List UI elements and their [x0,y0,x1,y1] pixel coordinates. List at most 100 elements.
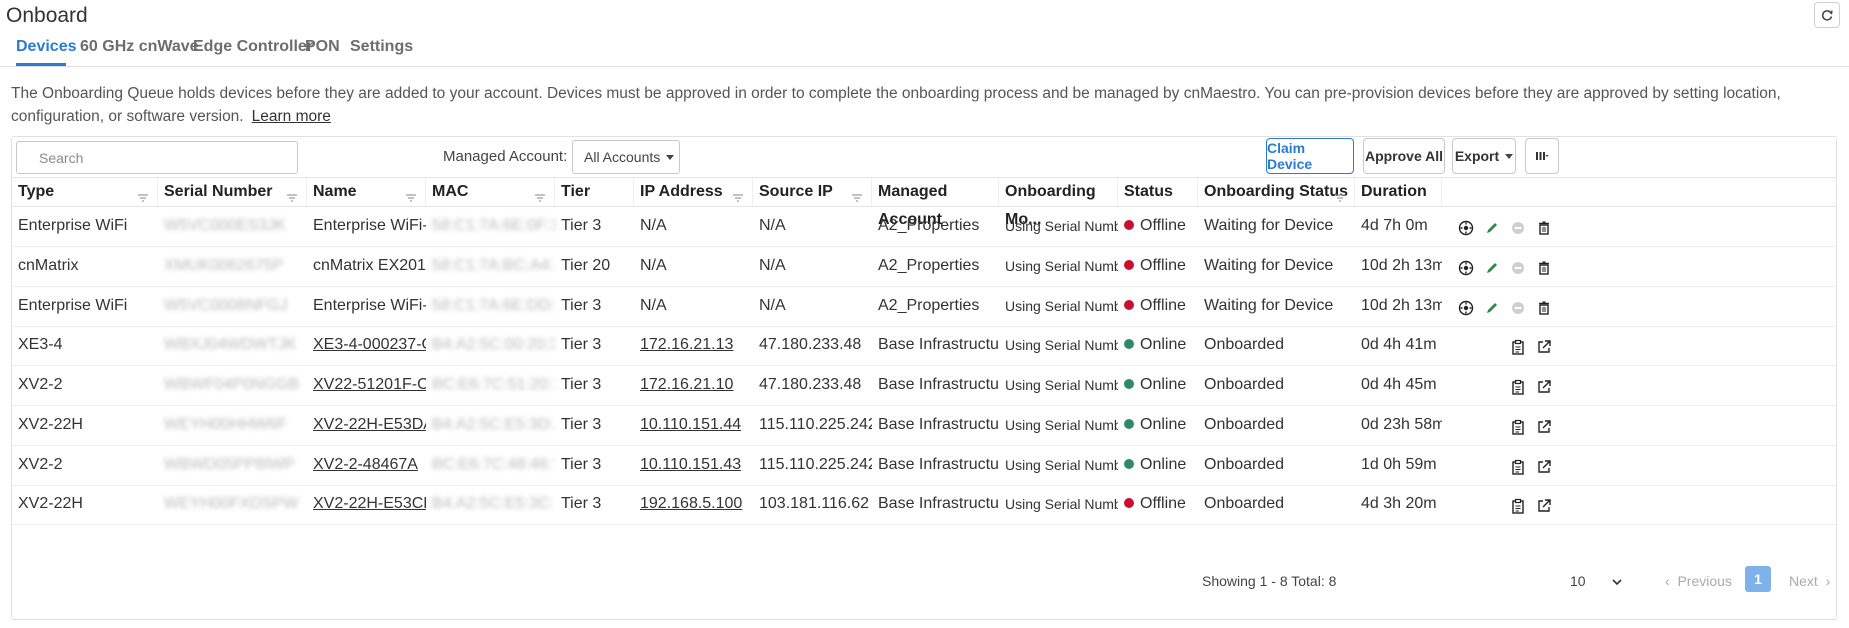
export-button[interactable]: Export [1452,138,1516,174]
column-header-type[interactable]: Type [12,178,158,206]
column-header-duration[interactable]: Duration [1355,178,1442,206]
cell-text: 0d 4h 45m [1361,376,1437,393]
filter-icon[interactable] [137,193,149,203]
search-input[interactable] [16,141,298,174]
cell-text[interactable]: 172.16.21.13 [640,336,733,353]
clipboard-icon[interactable] [1508,377,1528,397]
cell-text: Offline [1140,257,1186,274]
cell-text[interactable]: XV2-22H-E53CBB [313,495,426,512]
cell-ip-address[interactable]: 172.16.21.10 [634,365,753,405]
cell-name[interactable]: XE3-4-000237-O... [307,325,426,365]
cell-text[interactable]: XV2-2-48467A [313,456,418,473]
column-header-status[interactable]: Status [1118,178,1198,206]
open-external-icon[interactable] [1534,417,1554,437]
edit-icon[interactable] [1482,298,1502,318]
column-header-serial-number[interactable]: Serial Number [158,178,307,206]
delete-icon[interactable] [1534,218,1554,238]
edit-icon[interactable] [1482,218,1502,238]
settings-icon[interactable] [1456,218,1476,238]
column-header-mac[interactable]: MAC [426,178,555,206]
column-header-name[interactable]: Name [307,178,426,206]
open-external-icon[interactable] [1534,496,1554,516]
learn-more-link[interactable]: Learn more [252,108,331,125]
settings-icon[interactable] [1456,258,1476,278]
cell-ip-address[interactable]: 172.16.21.13 [634,325,753,365]
cell-ip-address[interactable]: 192.168.5.100 [634,484,753,524]
cell-text: Base Infrastructure [878,456,999,473]
filter-icon[interactable] [534,193,546,203]
tab-pon[interactable]: PON [305,38,340,66]
page-size-select[interactable]: 10 [1570,573,1623,589]
tab-edge-controller[interactable]: Edge Controller [193,38,313,66]
cell-name[interactable]: XV2-2-48467A [307,445,426,485]
open-external-icon[interactable] [1534,457,1554,477]
open-external-icon[interactable] [1534,377,1554,397]
pagination-summary: Showing 1 - 8 Total: 8 [1202,573,1337,589]
cell-text[interactable]: 10.110.151.44 [640,416,741,433]
cell-text: Online [1140,416,1187,433]
delete-icon[interactable] [1534,258,1554,278]
clipboard-icon[interactable] [1508,417,1528,437]
cell-ip-address[interactable]: 10.110.151.44 [634,405,753,445]
table-row[interactable]: Enterprise WiFi W5VC000ES3JK Enterprise Wi… [12,206,1836,247]
cell-name[interactable]: XV2-22H-E53DA6 [307,405,426,445]
table-header: Type Serial Number Name MAC Tier IP Address So… [12,177,1836,228]
cell-text: 4d 7h 0m [1361,217,1428,234]
cell-ip-address[interactable]: 10.110.151.43 [634,445,753,485]
filter-icon[interactable] [851,193,863,203]
cell-text: Using Serial Number [1005,377,1118,393]
edit-icon[interactable] [1482,258,1502,278]
cell-text[interactable]: XV2-22H-E53DA6 [313,416,426,433]
page-1-button[interactable]: 1 [1745,566,1771,592]
cell-mac: B4:A2:5C:00:20:37 [426,325,555,365]
cell-text[interactable]: 172.16.21.10 [640,376,733,393]
cell-onboarding-mode: Using Serial Number [999,286,1118,326]
tab-devices[interactable]: Devices [16,38,77,66]
refresh-button[interactable] [1814,2,1840,28]
cell-text: 10d 2h 13m [1361,297,1442,314]
column-header-source-ip[interactable]: Source IP [753,178,872,206]
clipboard-icon[interactable] [1508,337,1528,357]
column-header-onboarding-status[interactable]: Onboarding Status [1198,178,1355,206]
table-row[interactable]: XV2-22H WEYH00HHW6F XV2-22H-E53DA6 B4:A2:5C… [12,405,1836,446]
table-row[interactable]: XE3-4 WBXJ04WDWTJK XE3-4-000237-O... B4:A2:… [12,325,1836,366]
cell-text[interactable]: 10.110.151.43 [640,456,741,473]
settings-icon[interactable] [1456,298,1476,318]
column-header-onboarding-mode[interactable]: Onboarding Mo... [999,178,1118,228]
clipboard-icon[interactable] [1508,496,1528,516]
tab-settings[interactable]: Settings [350,38,413,66]
cell-text[interactable]: 192.168.5.100 [640,495,742,512]
clipboard-icon[interactable] [1508,457,1528,477]
claim-device-button[interactable]: Claim Device [1266,138,1354,174]
cell-text: N/A [640,257,667,274]
managed-account-select[interactable]: All Accounts [572,140,680,174]
filter-icon[interactable] [732,193,744,203]
tab-60ghz-cnwave[interactable]: 60 GHz cnWave [80,38,199,66]
filter-icon[interactable] [286,193,298,203]
column-header-managed-account[interactable]: Managed Account [872,178,999,228]
previous-page-button[interactable]: ‹ Previous [1665,573,1732,589]
filter-icon[interactable] [1334,193,1346,203]
cell-name[interactable]: XV2-22H-E53CBB [307,484,426,524]
column-chooser-button[interactable] [1525,138,1559,174]
table-row[interactable]: cnMatrix XMUK0062675P cnMatrix EX2010... 58… [12,246,1836,287]
column-header-ip-address[interactable]: IP Address [634,178,753,206]
column-header-tier[interactable]: Tier [555,178,634,206]
table-row[interactable]: XV2-2 WBWF04P0NGGB XV22-51201F-OS2 BC:E6:7C… [12,365,1836,406]
open-external-icon[interactable] [1534,337,1554,357]
table-row[interactable]: XV2-22H WEYH00FXDSPW XV2-22H-E53CBB B4:A2:5… [12,484,1836,525]
cell-name[interactable]: XV22-51201F-OS2 [307,365,426,405]
cell-text[interactable]: XE3-4-000237-O... [313,336,426,353]
cell-text[interactable]: XV22-51201F-OS2 [313,376,426,393]
table-row[interactable]: Enterprise WiFi W5VC0008NFGJ Enterprise Wi… [12,286,1836,327]
approve-all-button[interactable]: Approve All [1363,138,1445,174]
delete-icon[interactable] [1534,298,1554,318]
cell-tier: Tier 3 [555,405,634,445]
table-row[interactable]: XV2-2 WBWD05PP8IWP XV2-2-48467A BC:E6:7C:48… [12,445,1836,486]
cell-duration: 0d 4h 45m [1355,365,1442,405]
filter-icon[interactable] [405,193,417,203]
next-page-button[interactable]: Next › [1789,573,1830,589]
cell-text: 103.181.116.62 [759,495,870,512]
cell-text: Onboarded [1204,376,1285,393]
columns-icon [1536,152,1549,160]
